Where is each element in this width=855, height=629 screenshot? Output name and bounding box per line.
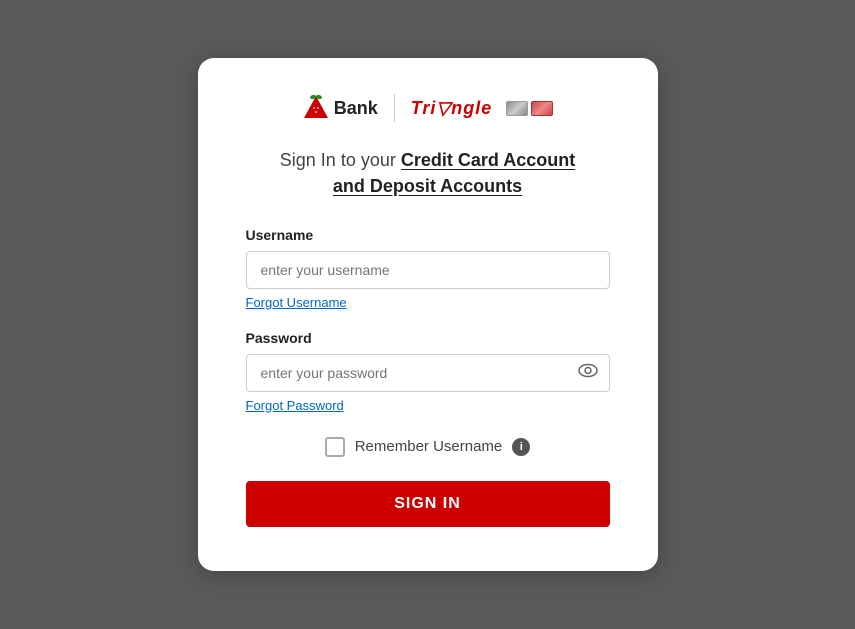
password-input-wrapper — [246, 354, 610, 392]
heading-line2: and Deposit Accounts — [246, 174, 610, 199]
triangle-logo-text: Tri▽ngle — [411, 98, 493, 119]
username-group: Username Forgot Username — [246, 227, 610, 312]
heading-bold-text: Credit Card Account — [401, 150, 575, 170]
page-heading: Sign In to your Credit Card Account and … — [246, 148, 610, 198]
heading-normal-text: Sign In to your — [280, 150, 401, 170]
sign-in-button[interactable]: SIGN IN — [246, 481, 610, 527]
remember-row: Remember Username i — [246, 437, 610, 457]
remember-username-checkbox[interactable] — [325, 437, 345, 457]
toggle-password-icon[interactable] — [578, 363, 598, 382]
login-card: Bank Tri▽ngle Sign In to your Credit Car… — [198, 58, 658, 570]
bank-text: Bank — [334, 98, 378, 119]
username-input[interactable] — [246, 251, 610, 289]
password-group: Password Forgot Password — [246, 330, 610, 415]
card-chip-1 — [506, 101, 528, 116]
password-label: Password — [246, 330, 610, 346]
username-label: Username — [246, 227, 610, 243]
username-input-wrapper — [246, 251, 610, 289]
bank-logo-icon — [302, 94, 330, 122]
logo-area: Bank Tri▽ngle — [246, 94, 610, 122]
bank-logo: Bank — [302, 94, 378, 122]
forgot-username-link[interactable]: Forgot Username — [246, 295, 347, 310]
password-input[interactable] — [246, 354, 610, 392]
credit-card-image — [506, 101, 553, 116]
remember-info-icon[interactable]: i — [512, 438, 530, 456]
heading-line1: Sign In to your Credit Card Account — [246, 148, 610, 173]
logo-divider — [394, 94, 395, 122]
card-chip-2 — [531, 101, 553, 116]
forgot-password-link[interactable]: Forgot Password — [246, 398, 344, 413]
remember-username-label: Remember Username — [355, 438, 503, 455]
